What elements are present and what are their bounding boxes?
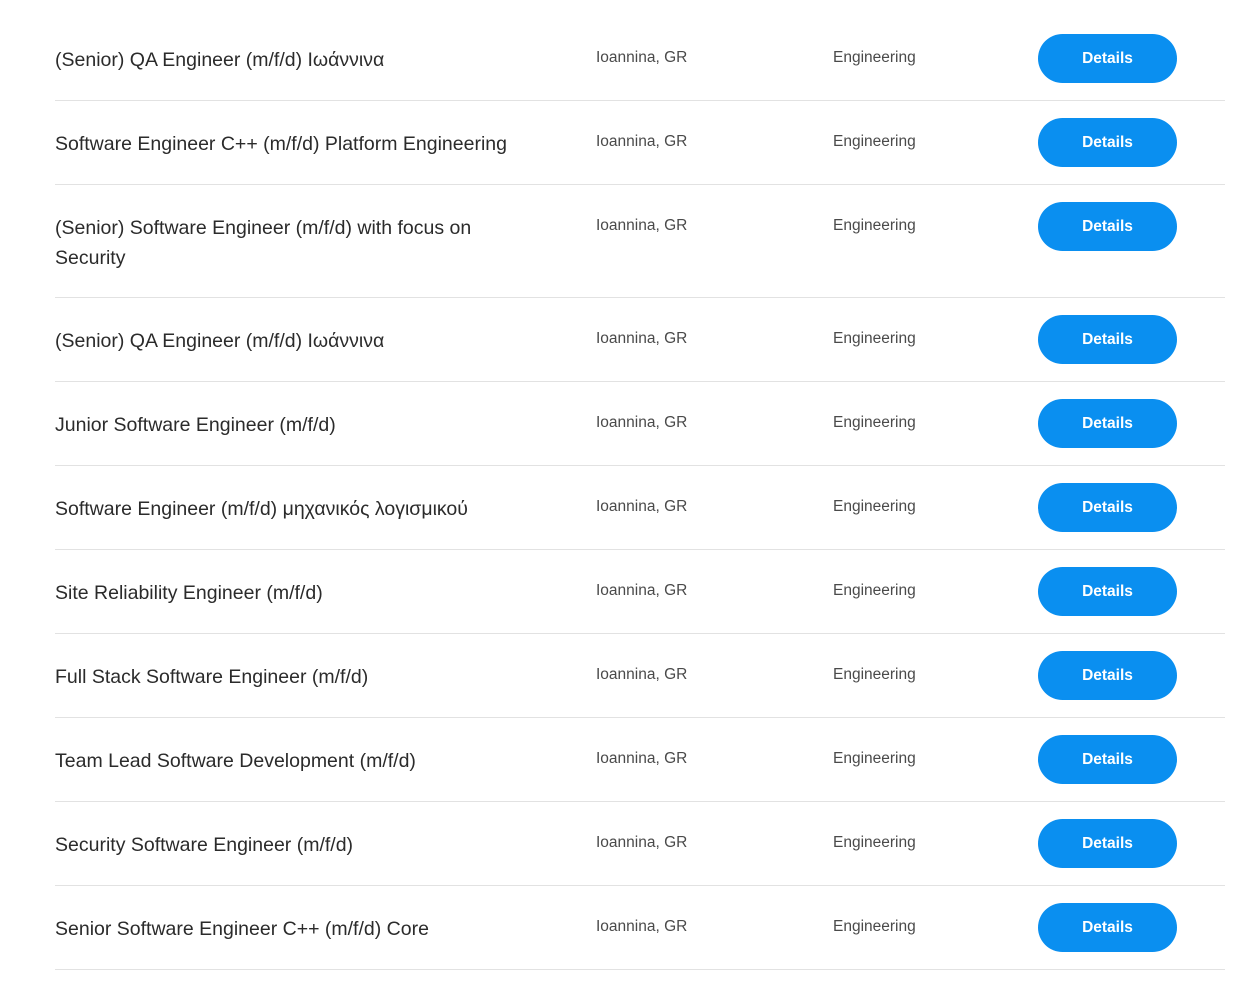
job-department: Engineering [833,582,916,599]
job-row: (Senior) QA Engineer (m/f/d) Ιωάννινα Io… [55,298,1225,382]
job-department: Engineering [833,666,916,683]
job-title[interactable]: (Senior) Software Engineer (m/f/d) with … [55,213,515,273]
job-title[interactable]: (Senior) QA Engineer (m/f/d) Ιωάννινα [55,326,555,356]
job-department: Engineering [833,834,916,851]
job-department: Engineering [833,330,916,347]
job-list: (Senior) QA Engineer (m/f/d) Ιωάννινα Io… [55,17,1225,970]
job-location: Ioannina, GR [596,133,688,150]
details-button[interactable]: Details [1038,118,1177,167]
job-row: Security Software Engineer (m/f/d) Ioann… [55,802,1225,886]
job-row: Full Stack Software Engineer (m/f/d) Ioa… [55,634,1225,718]
job-row: (Senior) QA Engineer (m/f/d) Ιωάννινα Io… [55,17,1225,101]
job-row: Site Reliability Engineer (m/f/d) Ioanni… [55,550,1225,634]
job-department: Engineering [833,217,916,234]
job-row: (Senior) Software Engineer (m/f/d) with … [55,185,1225,298]
job-title[interactable]: (Senior) QA Engineer (m/f/d) Ιωάννινα [55,45,555,75]
details-button[interactable]: Details [1038,903,1177,952]
job-title[interactable]: Senior Software Engineer C++ (m/f/d) Cor… [55,914,555,944]
job-row: Junior Software Engineer (m/f/d) Ioannin… [55,382,1225,466]
details-button[interactable]: Details [1038,819,1177,868]
job-title[interactable]: Software Engineer C++ (m/f/d) Platform E… [55,129,555,159]
job-department: Engineering [833,498,916,515]
job-location: Ioannina, GR [596,666,688,683]
details-button[interactable]: Details [1038,651,1177,700]
job-location: Ioannina, GR [596,582,688,599]
job-title[interactable]: Security Software Engineer (m/f/d) [55,830,555,860]
job-row: Software Engineer C++ (m/f/d) Platform E… [55,101,1225,185]
details-button[interactable]: Details [1038,34,1177,83]
job-department: Engineering [833,918,916,935]
job-department: Engineering [833,750,916,767]
job-location: Ioannina, GR [596,330,688,347]
job-department: Engineering [833,414,916,431]
job-location: Ioannina, GR [596,834,688,851]
job-department: Engineering [833,133,916,150]
job-row: Senior Software Engineer C++ (m/f/d) Cor… [55,886,1225,970]
details-button[interactable]: Details [1038,483,1177,532]
job-title[interactable]: Team Lead Software Development (m/f/d) [55,746,555,776]
job-location: Ioannina, GR [596,918,688,935]
job-location: Ioannina, GR [596,498,688,515]
job-department: Engineering [833,49,916,66]
job-location: Ioannina, GR [596,414,688,431]
job-location: Ioannina, GR [596,217,688,234]
job-location: Ioannina, GR [596,750,688,767]
details-button[interactable]: Details [1038,315,1177,364]
details-button[interactable]: Details [1038,735,1177,784]
details-button[interactable]: Details [1038,202,1177,251]
job-title[interactable]: Site Reliability Engineer (m/f/d) [55,578,555,608]
details-button[interactable]: Details [1038,399,1177,448]
job-title[interactable]: Junior Software Engineer (m/f/d) [55,410,555,440]
job-row: Software Engineer (m/f/d) μηχανικός λογι… [55,466,1225,550]
job-row: Team Lead Software Development (m/f/d) I… [55,718,1225,802]
job-title[interactable]: Full Stack Software Engineer (m/f/d) [55,662,555,692]
job-title[interactable]: Software Engineer (m/f/d) μηχανικός λογι… [55,494,555,524]
details-button[interactable]: Details [1038,567,1177,616]
job-location: Ioannina, GR [596,49,688,66]
